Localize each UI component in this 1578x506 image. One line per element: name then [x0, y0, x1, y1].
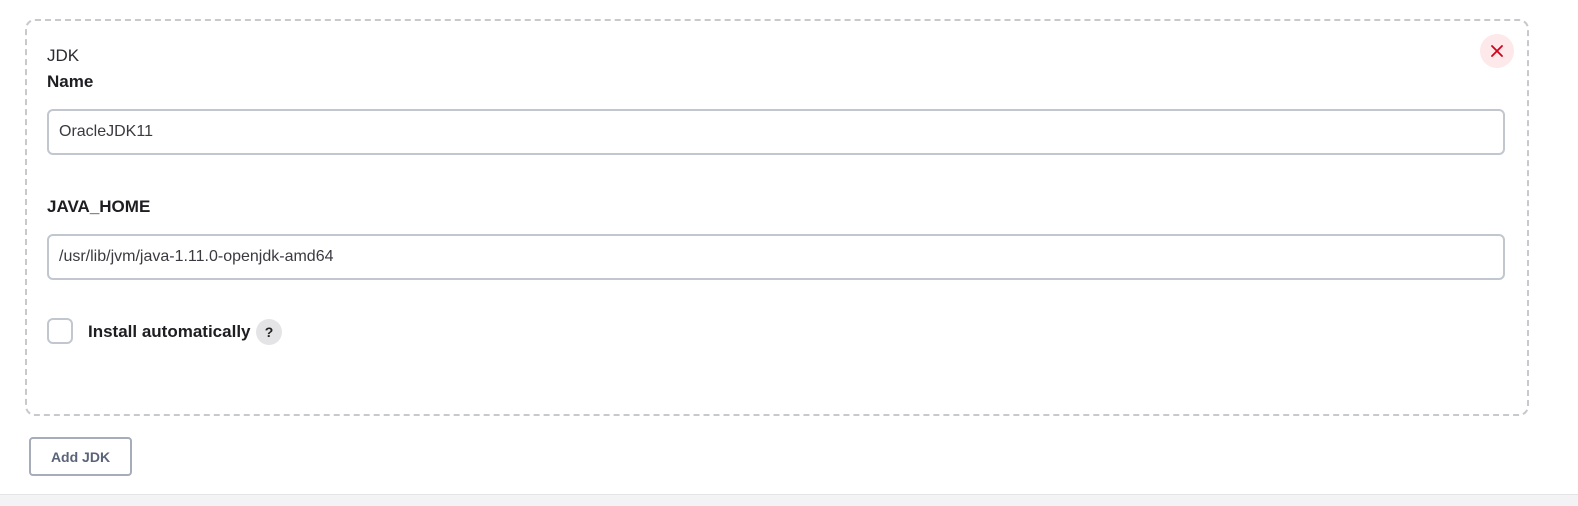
java-home-label: JAVA_HOME: [47, 197, 151, 216]
add-jdk-button[interactable]: Add JDK: [29, 437, 132, 476]
name-label: Name: [47, 72, 94, 91]
jdk-installation-card: JDK Name JAVA_HOME Install automatically…: [25, 19, 1529, 416]
java-home-input[interactable]: [47, 234, 1505, 280]
install-automatically-checkbox[interactable]: [47, 318, 73, 344]
name-input[interactable]: [47, 109, 1505, 155]
card-title: JDK: [47, 46, 80, 65]
remove-jdk-button[interactable]: [1480, 34, 1514, 68]
install-automatically-label[interactable]: Install automatically: [88, 322, 251, 342]
close-icon: [1491, 45, 1503, 57]
help-icon[interactable]: ?: [256, 319, 282, 345]
bottom-divider: [0, 494, 1578, 506]
